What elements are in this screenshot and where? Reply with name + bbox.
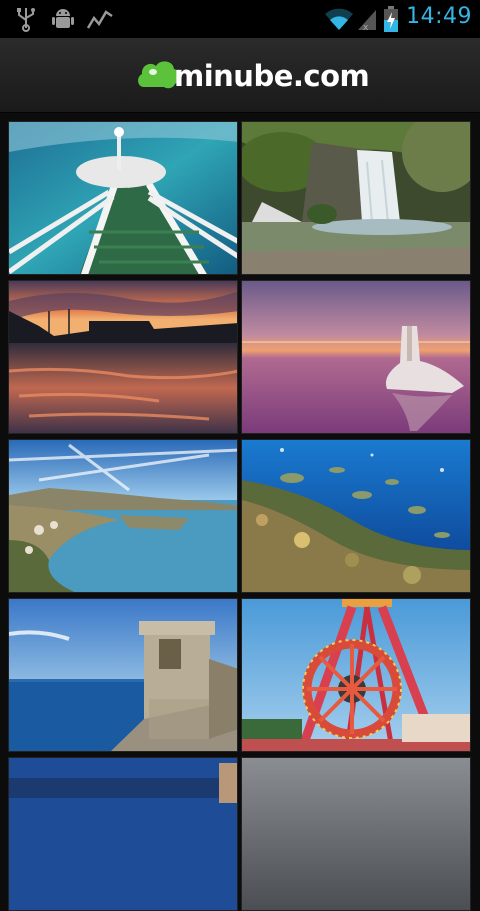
status-bar: x 14:49 — [0, 0, 480, 38]
photo-grid — [8, 121, 472, 911]
photo-tile-waterfall[interactable] — [241, 121, 471, 275]
activity-icon — [86, 10, 113, 29]
photo-tile-partial-left[interactable] — [8, 757, 238, 911]
photo-tile-watchtower[interactable] — [8, 598, 238, 752]
android-debug-icon — [52, 9, 74, 28]
photo-tile-fairground[interactable] — [241, 598, 471, 752]
wifi-icon — [325, 8, 353, 30]
photo-tile-underwater-reef[interactable] — [241, 439, 471, 593]
signal-icon: x — [358, 10, 376, 32]
svg-text:x: x — [363, 23, 369, 32]
photo-tile-coastal-bay[interactable] — [8, 439, 238, 593]
minube-logo[interactable]: minube.com — [136, 56, 370, 96]
logo-text: minube.com — [174, 59, 370, 93]
photo-tile-partial-right[interactable] — [241, 757, 471, 911]
battery-charging-icon — [384, 6, 398, 32]
photo-tile-harbor-sunset[interactable] — [8, 280, 238, 434]
usb-icon — [17, 8, 35, 32]
clock: 14:49 — [406, 4, 472, 29]
app-header: minube.com — [0, 38, 480, 113]
photo-tile-pier-staircase[interactable] — [8, 121, 238, 275]
photo-tile-pink-lagoon[interactable] — [241, 280, 471, 434]
